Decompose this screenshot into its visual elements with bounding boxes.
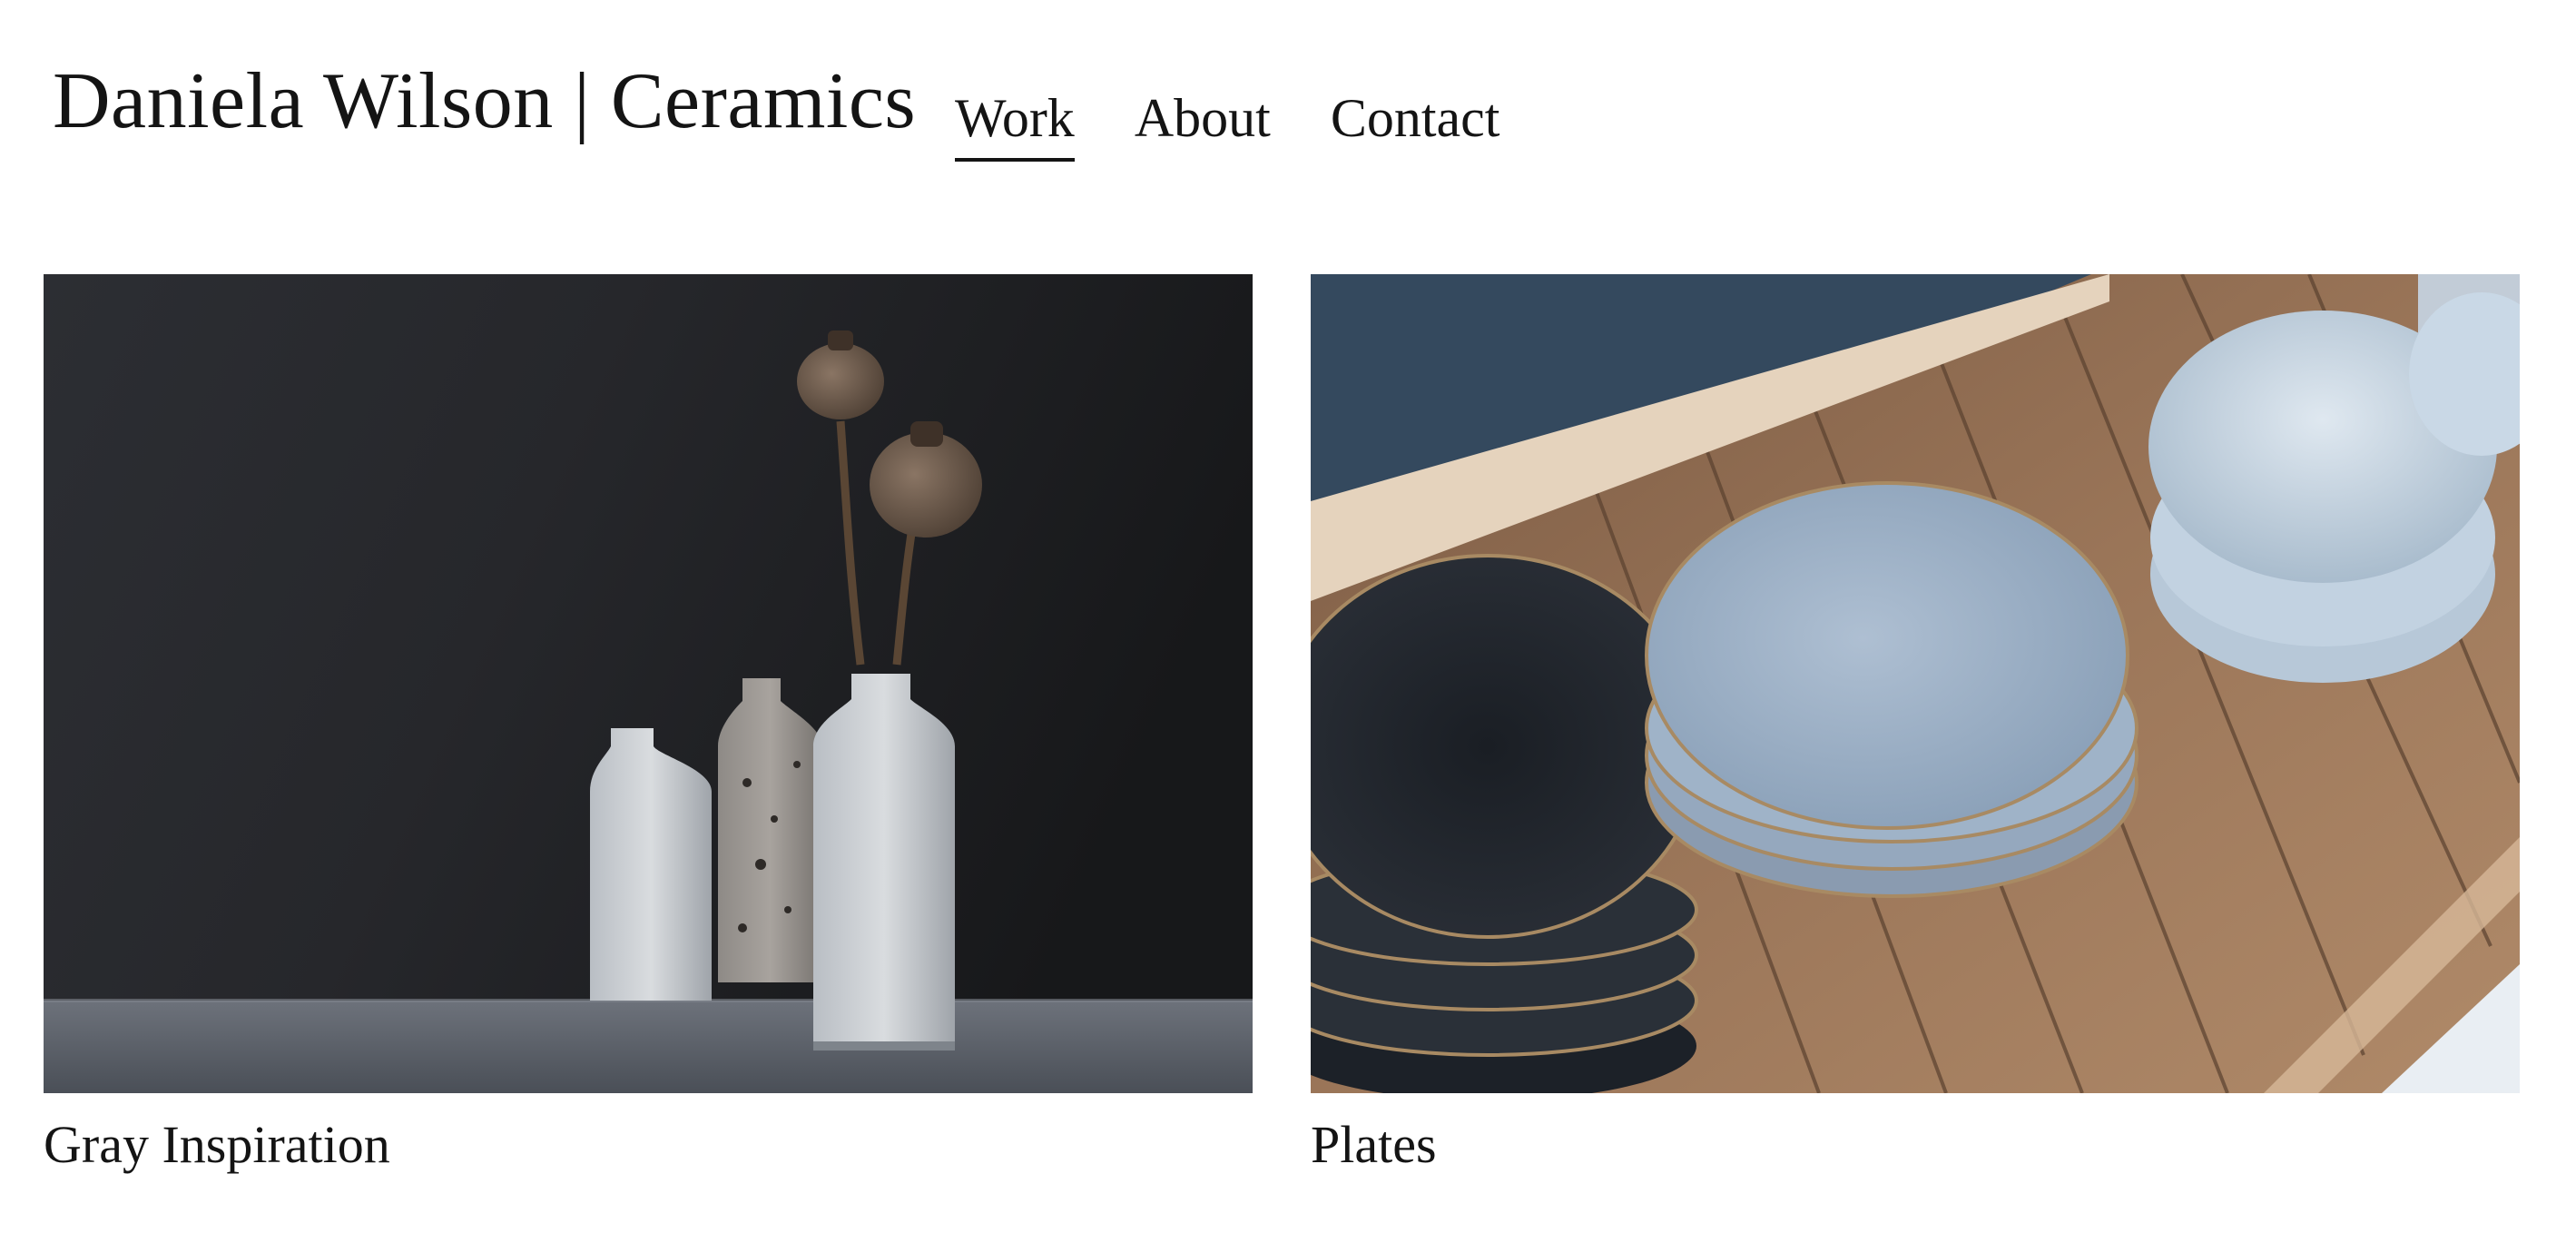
gallery-caption[interactable]: Gray Inspiration <box>44 1119 1253 1171</box>
vases-dried-poppies-photo[interactable] <box>44 274 1253 1093</box>
site-title[interactable]: Daniela Wilson | Ceramics <box>53 62 916 142</box>
nav-work-link[interactable]: Work <box>955 91 1075 162</box>
gallery-caption[interactable]: Plates <box>1311 1119 2520 1171</box>
plates-bowls-shelf-photo[interactable] <box>1311 274 2520 1093</box>
site-header: Daniela Wilson | Ceramics Work About Con… <box>0 0 2576 236</box>
gallery-item-gray-inspiration[interactable]: Gray Inspiration <box>44 274 1253 1171</box>
gallery-item-plates[interactable]: Plates <box>1311 274 2520 1171</box>
nav-contact-link[interactable]: Contact <box>1331 91 1500 162</box>
nav-about-link[interactable]: About <box>1135 91 1271 162</box>
main-nav: Work About Contact <box>955 91 1499 162</box>
